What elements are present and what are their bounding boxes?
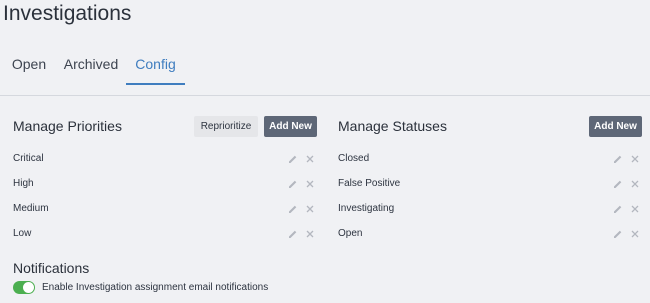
priorities-title: Manage Priorities — [13, 118, 122, 134]
status-row: False Positive — [338, 174, 643, 194]
pencil-icon[interactable] — [612, 199, 624, 219]
status-row: Investigating — [338, 199, 643, 219]
tab-divider — [0, 95, 650, 96]
priority-row: Critical — [13, 149, 318, 169]
pencil-icon[interactable] — [287, 224, 299, 244]
toggle-knob — [23, 282, 34, 293]
status-label: False Positive — [338, 178, 401, 189]
email-notifications-label: Enable Investigation assignment email no… — [42, 282, 269, 293]
pencil-icon[interactable] — [287, 174, 299, 194]
close-icon[interactable] — [304, 199, 316, 219]
pencil-icon[interactable] — [612, 174, 624, 194]
close-icon[interactable] — [629, 224, 641, 244]
pencil-icon[interactable] — [287, 199, 299, 219]
email-notifications-toggle[interactable] — [13, 281, 35, 294]
status-label: Closed — [338, 153, 370, 164]
status-label: Open — [338, 228, 363, 239]
priority-label: Medium — [13, 203, 49, 214]
add-priority-button[interactable]: Add New — [264, 116, 317, 137]
close-icon[interactable] — [629, 174, 641, 194]
close-icon[interactable] — [629, 199, 641, 219]
add-status-button[interactable]: Add New — [589, 116, 642, 137]
status-row: Open — [338, 224, 643, 244]
priority-label: Low — [13, 228, 32, 239]
tab-archived[interactable]: Archived — [58, 44, 124, 83]
statuses-title: Manage Statuses — [338, 118, 447, 134]
page-title: Investigations — [3, 2, 132, 25]
status-label: Investigating — [338, 203, 395, 214]
close-icon[interactable] — [304, 149, 316, 169]
pencil-icon[interactable] — [287, 149, 299, 169]
priority-label: High — [13, 178, 34, 189]
priority-label: Critical — [13, 153, 44, 164]
notifications-title: Notifications — [13, 260, 90, 276]
tab-config[interactable]: Config — [126, 44, 185, 85]
priority-row: Medium — [13, 199, 318, 219]
status-row: Closed — [338, 149, 643, 169]
close-icon[interactable] — [629, 149, 641, 169]
close-icon[interactable] — [304, 224, 316, 244]
priority-row: Low — [13, 224, 318, 244]
priority-row: High — [13, 174, 318, 194]
pencil-icon[interactable] — [612, 149, 624, 169]
tab-open[interactable]: Open — [0, 44, 58, 83]
reprioritize-button[interactable]: Reprioritize — [194, 116, 258, 137]
close-icon[interactable] — [304, 174, 316, 194]
tab-bar: Open Archived Config — [0, 44, 650, 85]
pencil-icon[interactable] — [612, 224, 624, 244]
